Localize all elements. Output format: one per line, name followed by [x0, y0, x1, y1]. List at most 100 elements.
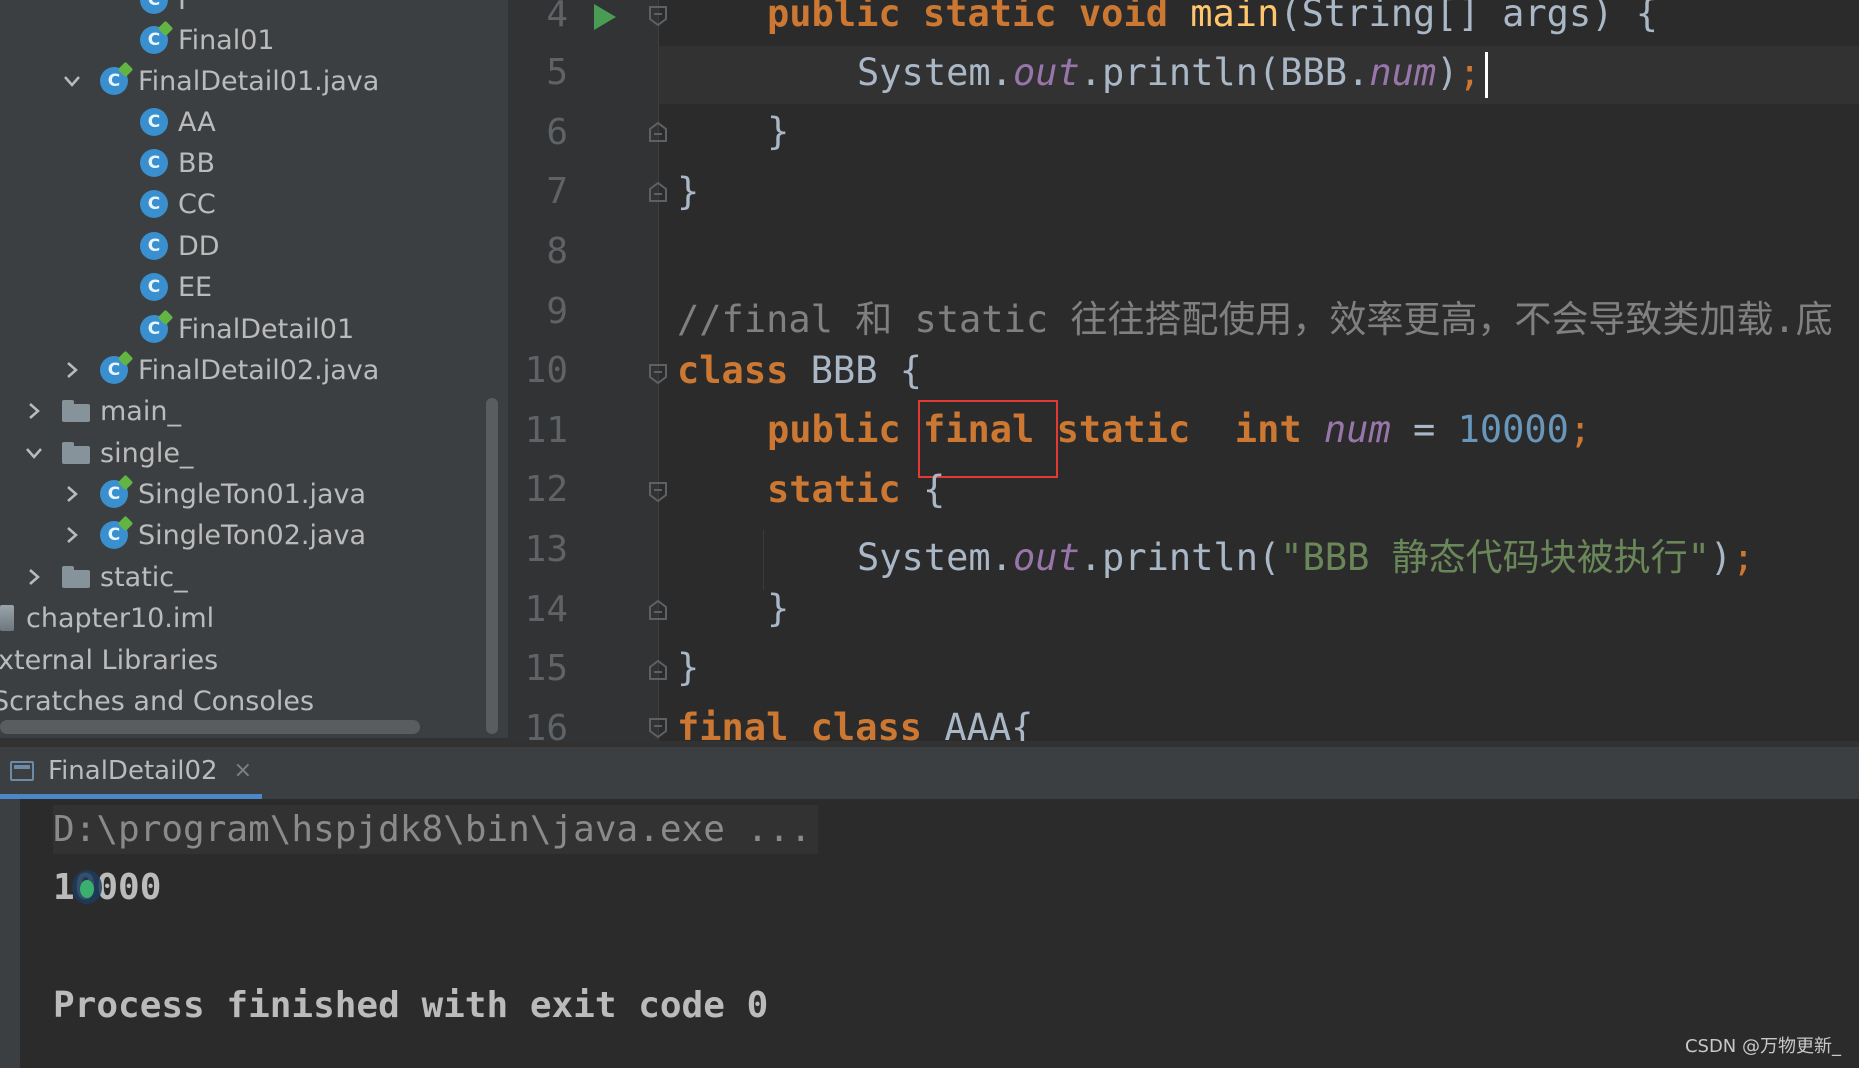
code-token: ;: [1568, 408, 1592, 451]
tree-item-label: FinalDetail01.java: [138, 65, 380, 97]
fold-end-icon[interactable]: [646, 180, 670, 204]
chevron-right-icon[interactable]: [62, 484, 82, 504]
line-number: 13: [524, 529, 568, 570]
tree-item-static-folder[interactable]: static_: [24, 557, 188, 597]
class-icon: C: [140, 273, 168, 301]
tree-item-label: AA: [178, 106, 216, 138]
run-tab[interactable]: FinalDetail02 ×: [0, 747, 262, 799]
tree-item-single-folder[interactable]: single_: [24, 433, 193, 473]
chevron-down-icon[interactable]: [24, 443, 44, 463]
chevron-right-icon[interactable]: [62, 525, 82, 545]
annotation-highlight-box: [918, 400, 1058, 478]
tree-item-singleton01-java[interactable]: C SingleTon01.java: [62, 474, 366, 514]
tree-item-dd[interactable]: C DD: [140, 226, 220, 266]
close-icon[interactable]: ×: [234, 758, 252, 783]
code-token: {: [922, 468, 946, 511]
tree-item-final01[interactable]: C Final01: [140, 20, 275, 60]
tree-item-chapter10-iml[interactable]: chapter10.iml: [0, 598, 214, 638]
tree-item-cc[interactable]: C CC: [140, 184, 216, 224]
code-token: out: [1012, 536, 1080, 579]
fold-end-icon[interactable]: [646, 598, 670, 622]
code-token: ;: [1732, 536, 1755, 579]
code-token: 10000: [1457, 408, 1569, 451]
fold-icon[interactable]: [646, 4, 670, 28]
tree-item-label: static_: [100, 561, 188, 593]
chevron-right-icon[interactable]: [24, 401, 44, 421]
code-token: ;: [1458, 51, 1481, 94]
code-line-11: public final static int num = 10000;: [767, 408, 1591, 451]
fold-icon[interactable]: [646, 480, 670, 504]
code-token: BBB {: [810, 349, 923, 392]
tree-item-external-libraries[interactable]: xternal Libraries: [0, 640, 218, 680]
tree-item-finaldetail01-java[interactable]: C FinalDetail01.java: [62, 61, 379, 101]
console-process-line: Process finished with exit code 0: [53, 985, 769, 1026]
chevron-right-icon[interactable]: [24, 567, 44, 587]
line-number: 10: [524, 350, 568, 391]
tree-item-label: FinalDetail02.java: [138, 354, 380, 386]
tree-vertical-scrollbar[interactable]: [486, 398, 498, 734]
console-command-line: D:\program\hspjdk8\bin\java.exe ...: [53, 805, 818, 854]
tree-item-label: BB: [178, 147, 216, 179]
code-line-14: }: [767, 587, 790, 630]
tree-item-label: main_: [100, 395, 181, 427]
code-token: .println(: [1079, 536, 1281, 579]
line-number: 5: [546, 52, 568, 93]
tree-item-label: xternal Libraries: [0, 644, 219, 676]
tree-item-label: F: [178, 0, 194, 16]
run-tab-label: FinalDetail02: [48, 755, 218, 786]
code-token: class: [677, 349, 811, 392]
code-line-9-comment: //final 和 static 往往搭配使用，效率更高，不会导致类加载.底: [677, 298, 1833, 341]
code-line-15: }: [677, 646, 700, 689]
chevron-right-icon[interactable]: [62, 360, 82, 380]
class-icon: C: [140, 190, 168, 218]
console-output-line: 10000: [53, 867, 162, 908]
code-token: main: [1190, 0, 1280, 35]
class-icon: C: [140, 26, 168, 54]
code-line-6: }: [767, 110, 790, 153]
folder-icon: [62, 566, 90, 588]
module-file-icon: [0, 605, 14, 631]
code-token: "BBB 静态代码块被执行": [1280, 536, 1710, 579]
tree-horizontal-scrollbar[interactable]: [0, 720, 420, 734]
line-number: 11: [524, 410, 568, 451]
class-icon: C: [140, 315, 168, 343]
code-token: System.: [857, 536, 1013, 579]
code-token: static: [767, 468, 923, 511]
code-line-13: System.out.println("BBB 静态代码块被执行");: [857, 527, 1754, 581]
tree-item-label: DD: [178, 230, 220, 262]
tree-item-bb[interactable]: C BB: [140, 143, 215, 183]
code-line-10: class BBB {: [677, 349, 922, 392]
fold-end-icon[interactable]: [646, 658, 670, 682]
chevron-down-icon[interactable]: [62, 71, 82, 91]
code-token: ): [1436, 51, 1459, 94]
code-token: =: [1390, 408, 1458, 451]
code-token: num: [1323, 408, 1391, 451]
tree-item-scratches[interactable]: Scratches and Consoles: [0, 681, 314, 721]
tree-item-f[interactable]: C F: [140, 0, 194, 20]
fold-icon[interactable]: [646, 716, 670, 740]
tree-item-finaldetail01[interactable]: C FinalDetail01: [140, 309, 354, 349]
class-icon: C: [140, 0, 168, 14]
indent-guide: [763, 530, 764, 590]
tree-item-label: EE: [178, 271, 213, 303]
line-number: 7: [546, 171, 568, 212]
tree-item-label: Scratches and Consoles: [0, 685, 315, 717]
code-token: ): [1709, 536, 1733, 579]
line-number: 4: [546, 0, 568, 35]
tree-item-label: FinalDetail01: [178, 313, 355, 345]
fold-icon[interactable]: [646, 362, 670, 386]
code-token: public: [767, 408, 923, 451]
tree-item-finaldetail02-java[interactable]: C FinalDetail02.java: [62, 350, 379, 390]
fold-end-icon[interactable]: [646, 120, 670, 144]
line-number: 8: [546, 231, 568, 272]
code-line-12: static {: [767, 468, 945, 511]
tree-item-main-folder[interactable]: main_: [24, 391, 181, 431]
code-token: num: [1369, 51, 1437, 94]
run-tool-window-header: FinalDetail02 ×: [0, 747, 1859, 799]
tree-item-aa[interactable]: C AA: [140, 102, 216, 142]
code-token: System.: [857, 51, 1013, 94]
tree-item-ee[interactable]: C EE: [140, 267, 212, 307]
code-token: (String[] args) {: [1279, 0, 1659, 35]
run-main-icon[interactable]: [592, 2, 618, 32]
tree-item-singleton02-java[interactable]: C SingleTon02.java: [62, 515, 366, 555]
